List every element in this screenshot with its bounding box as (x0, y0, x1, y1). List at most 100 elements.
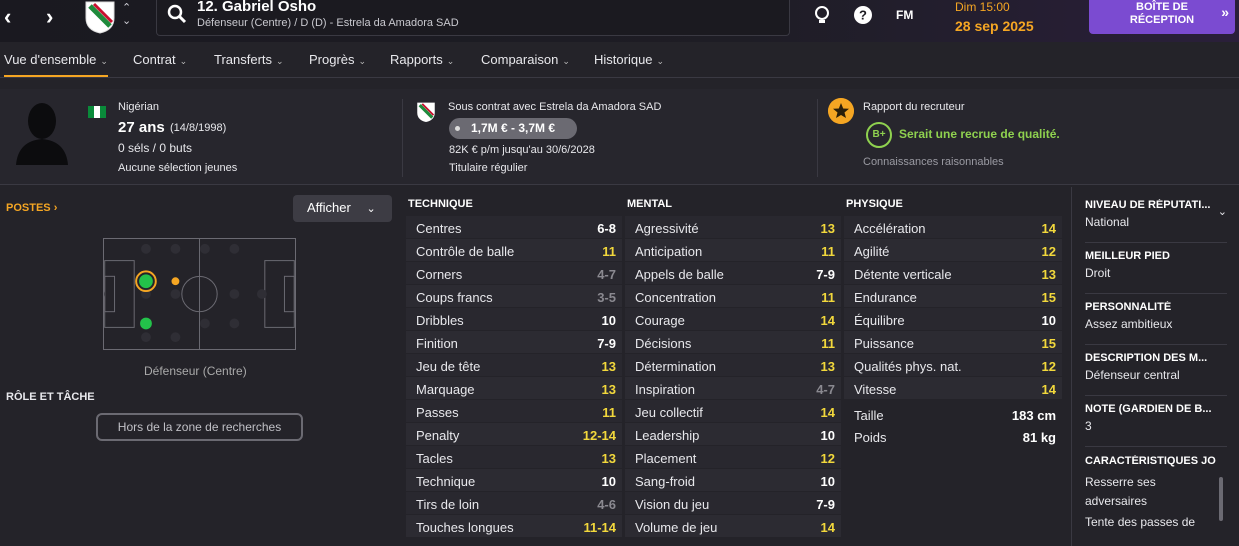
chevron-up-icon[interactable]: ⌃ (122, 1, 131, 14)
attribute-row[interactable]: Vision du jeu 7-9 (625, 492, 841, 515)
attribute-value: 11-14 (583, 520, 616, 535)
tab-comparison[interactable]: Comparaison ⌄ (481, 52, 570, 67)
attribute-row[interactable]: Tacles 13 (406, 446, 622, 469)
attribute-row[interactable]: Vitesse 14 (844, 377, 1062, 400)
reputation-value: National (1085, 215, 1130, 229)
attribute-name: Courage (635, 313, 685, 328)
attribute-row[interactable]: Qualités phys. nat. 12 (844, 354, 1062, 377)
attribute-name: Jeu collectif (635, 405, 703, 420)
attribute-value: 13 (601, 382, 616, 397)
attribute-value: 11 (821, 336, 835, 351)
attribute-row[interactable]: Anticipation 11 (625, 239, 841, 262)
attribute-row[interactable]: Concentration 11 (625, 285, 841, 308)
attribute-row[interactable]: Agilité 12 (844, 239, 1062, 262)
scout-verdict: Serait une recrue de qualité. (899, 127, 1060, 141)
attribute-value: 6-8 (597, 221, 616, 236)
attribute-row[interactable]: Leadership 10 (625, 423, 841, 446)
game-date[interactable]: Dim 15:00 28 sep 2025 (955, 0, 1034, 34)
attribute-row[interactable]: Courage 14 (625, 308, 841, 331)
attribute-row[interactable]: Contrôle de balle 11 (406, 239, 622, 262)
scout-report-title[interactable]: Rapport du recruteur (863, 101, 965, 113)
attribute-row[interactable]: Passes 11 (406, 400, 622, 423)
attribute-row[interactable]: Équilibre 10 (844, 308, 1062, 331)
position-label: Défenseur (Centre) (144, 364, 247, 378)
tab-reports[interactable]: Rapports ⌄ (390, 52, 454, 67)
attribute-name: Jeu de tête (416, 359, 481, 374)
personality-item[interactable]: PERSONNALITÉ Assez ambitieux (1085, 301, 1227, 345)
attribute-value: 3-5 (597, 290, 616, 305)
back-arrow-icon[interactable]: ‹ (4, 4, 11, 30)
tab-overview[interactable]: Vue d'ensemble ⌄ (4, 52, 108, 77)
attribute-name: Dribbles (416, 313, 464, 328)
attribute-row[interactable]: Tirs de loin 4-6 (406, 492, 622, 515)
attribute-row[interactable]: Centres 6-8 (406, 216, 622, 239)
attribute-row[interactable]: Dribbles 10 (406, 308, 622, 331)
goalkeeper-rating-item[interactable]: NOTE (GARDIEN DE B... 3 (1085, 403, 1227, 447)
attribute-row[interactable]: Placement 12 (625, 446, 841, 469)
attribute-row[interactable]: Puissance 15 (844, 331, 1062, 354)
tab-history[interactable]: Historique ⌄ (594, 52, 664, 67)
position-pitch[interactable] (103, 238, 296, 350)
date-of-birth: (14/8/1998) (170, 122, 227, 134)
attribute-row[interactable]: Marquage 13 (406, 377, 622, 400)
chevron-down-icon[interactable]: ⌄ (1218, 205, 1227, 218)
attribute-value: 14 (820, 520, 835, 535)
positions-title[interactable]: POSTES › (6, 202, 57, 214)
attribute-row[interactable]: Endurance 15 (844, 285, 1062, 308)
attribute-value: 14 (820, 405, 835, 420)
forward-arrow-icon[interactable]: › (46, 4, 53, 30)
player-name: 12. Gabriel Osho (197, 0, 317, 15)
attribute-row[interactable]: Touches longues 11-14 (406, 515, 622, 538)
tab-progress[interactable]: Progrès ⌄ (309, 52, 366, 67)
fm-menu-button[interactable]: FM (896, 8, 913, 22)
transfer-value[interactable]: 1,7M € - 3,7M € (449, 118, 577, 139)
attribute-row[interactable]: Décisions 11 (625, 331, 841, 354)
attribute-row[interactable]: Jeu de tête 13 (406, 354, 622, 377)
attribute-value: 7-9 (816, 267, 835, 282)
technique-attributes: TECHNIQUE Centres 6-8 Contrôle de balle 11 C… (406, 198, 622, 538)
attribute-row[interactable]: Penalty 12-14 (406, 423, 622, 446)
attribute-row[interactable]: Technique 10 (406, 469, 622, 492)
scrollbar[interactable] (1219, 477, 1223, 521)
attribute-name: Équilibre (854, 313, 905, 328)
attribute-name: Touches longues (416, 520, 514, 535)
attribute-value: 12 (1041, 359, 1056, 374)
attribute-value: 13 (601, 359, 616, 374)
tab-contract[interactable]: Contrat ⌄ (133, 52, 187, 67)
player-header-box[interactable]: 12. Gabriel Osho Défenseur (Centre) / D … (156, 0, 790, 36)
player-traits-item[interactable]: CARACTÉRISTIQUES JO Resserre ses adversa… (1085, 455, 1227, 545)
globe-trophy-icon[interactable] (812, 5, 832, 25)
attribute-row[interactable]: Coups francs 3-5 (406, 285, 622, 308)
attribute-row[interactable]: Appels de balle 7-9 (625, 262, 841, 285)
attribute-row[interactable]: Agressivité 13 (625, 216, 841, 239)
media-description-item[interactable]: DESCRIPTION DES M... Défenseur central (1085, 352, 1227, 396)
reputation-item[interactable]: NIVEAU DE RÉPUTATI... ⌄ National (1085, 199, 1227, 243)
nationality[interactable]: Nigérian (118, 101, 159, 113)
goalkeeper-rating-title: NOTE (GARDIEN DE B... (1085, 403, 1212, 415)
attribute-row[interactable]: Inspiration 4-7 (625, 377, 841, 400)
attribute-row[interactable]: Détermination 13 (625, 354, 841, 377)
attribute-row[interactable]: Finition 7-9 (406, 331, 622, 354)
tab-transfers[interactable]: Transferts ⌄ (214, 52, 284, 67)
attribute-name: Vision du jeu (635, 497, 710, 512)
player-avatar[interactable] (14, 99, 70, 165)
attribute-name: Taille (854, 408, 884, 423)
attribute-row[interactable]: Sang-froid 10 (625, 469, 841, 492)
best-foot-item[interactable]: MEILLEUR PIED Droit (1085, 250, 1227, 294)
club-crest-icon[interactable] (84, 0, 116, 34)
personality-title: PERSONNALITÉ (1085, 301, 1172, 313)
role-duty-button[interactable]: Hors de la zone de recherches (96, 413, 303, 441)
inbox-button[interactable]: BOÎTE DE RÉCEPTION » (1089, 0, 1235, 34)
attribute-row[interactable]: Accélération 14 (844, 216, 1062, 239)
attribute-row[interactable]: Jeu collectif 14 (625, 400, 841, 423)
display-dropdown[interactable]: Afficher ⌄ (293, 195, 392, 222)
help-icon[interactable]: ? (853, 5, 873, 25)
chevron-down-icon[interactable]: ⌄ (122, 14, 131, 27)
mental-title: MENTAL (627, 198, 673, 210)
inbox-label-2: RÉCEPTION (1129, 14, 1195, 26)
attribute-row[interactable]: Volume de jeu 14 (625, 515, 841, 538)
goalkeeper-rating-value: 3 (1085, 419, 1092, 433)
attribute-row[interactable]: Détente verticale 13 (844, 262, 1062, 285)
attribute-row[interactable]: Corners 4-7 (406, 262, 622, 285)
contract-club[interactable]: Sous contrat avec Estrela da Amadora SAD (448, 101, 661, 113)
